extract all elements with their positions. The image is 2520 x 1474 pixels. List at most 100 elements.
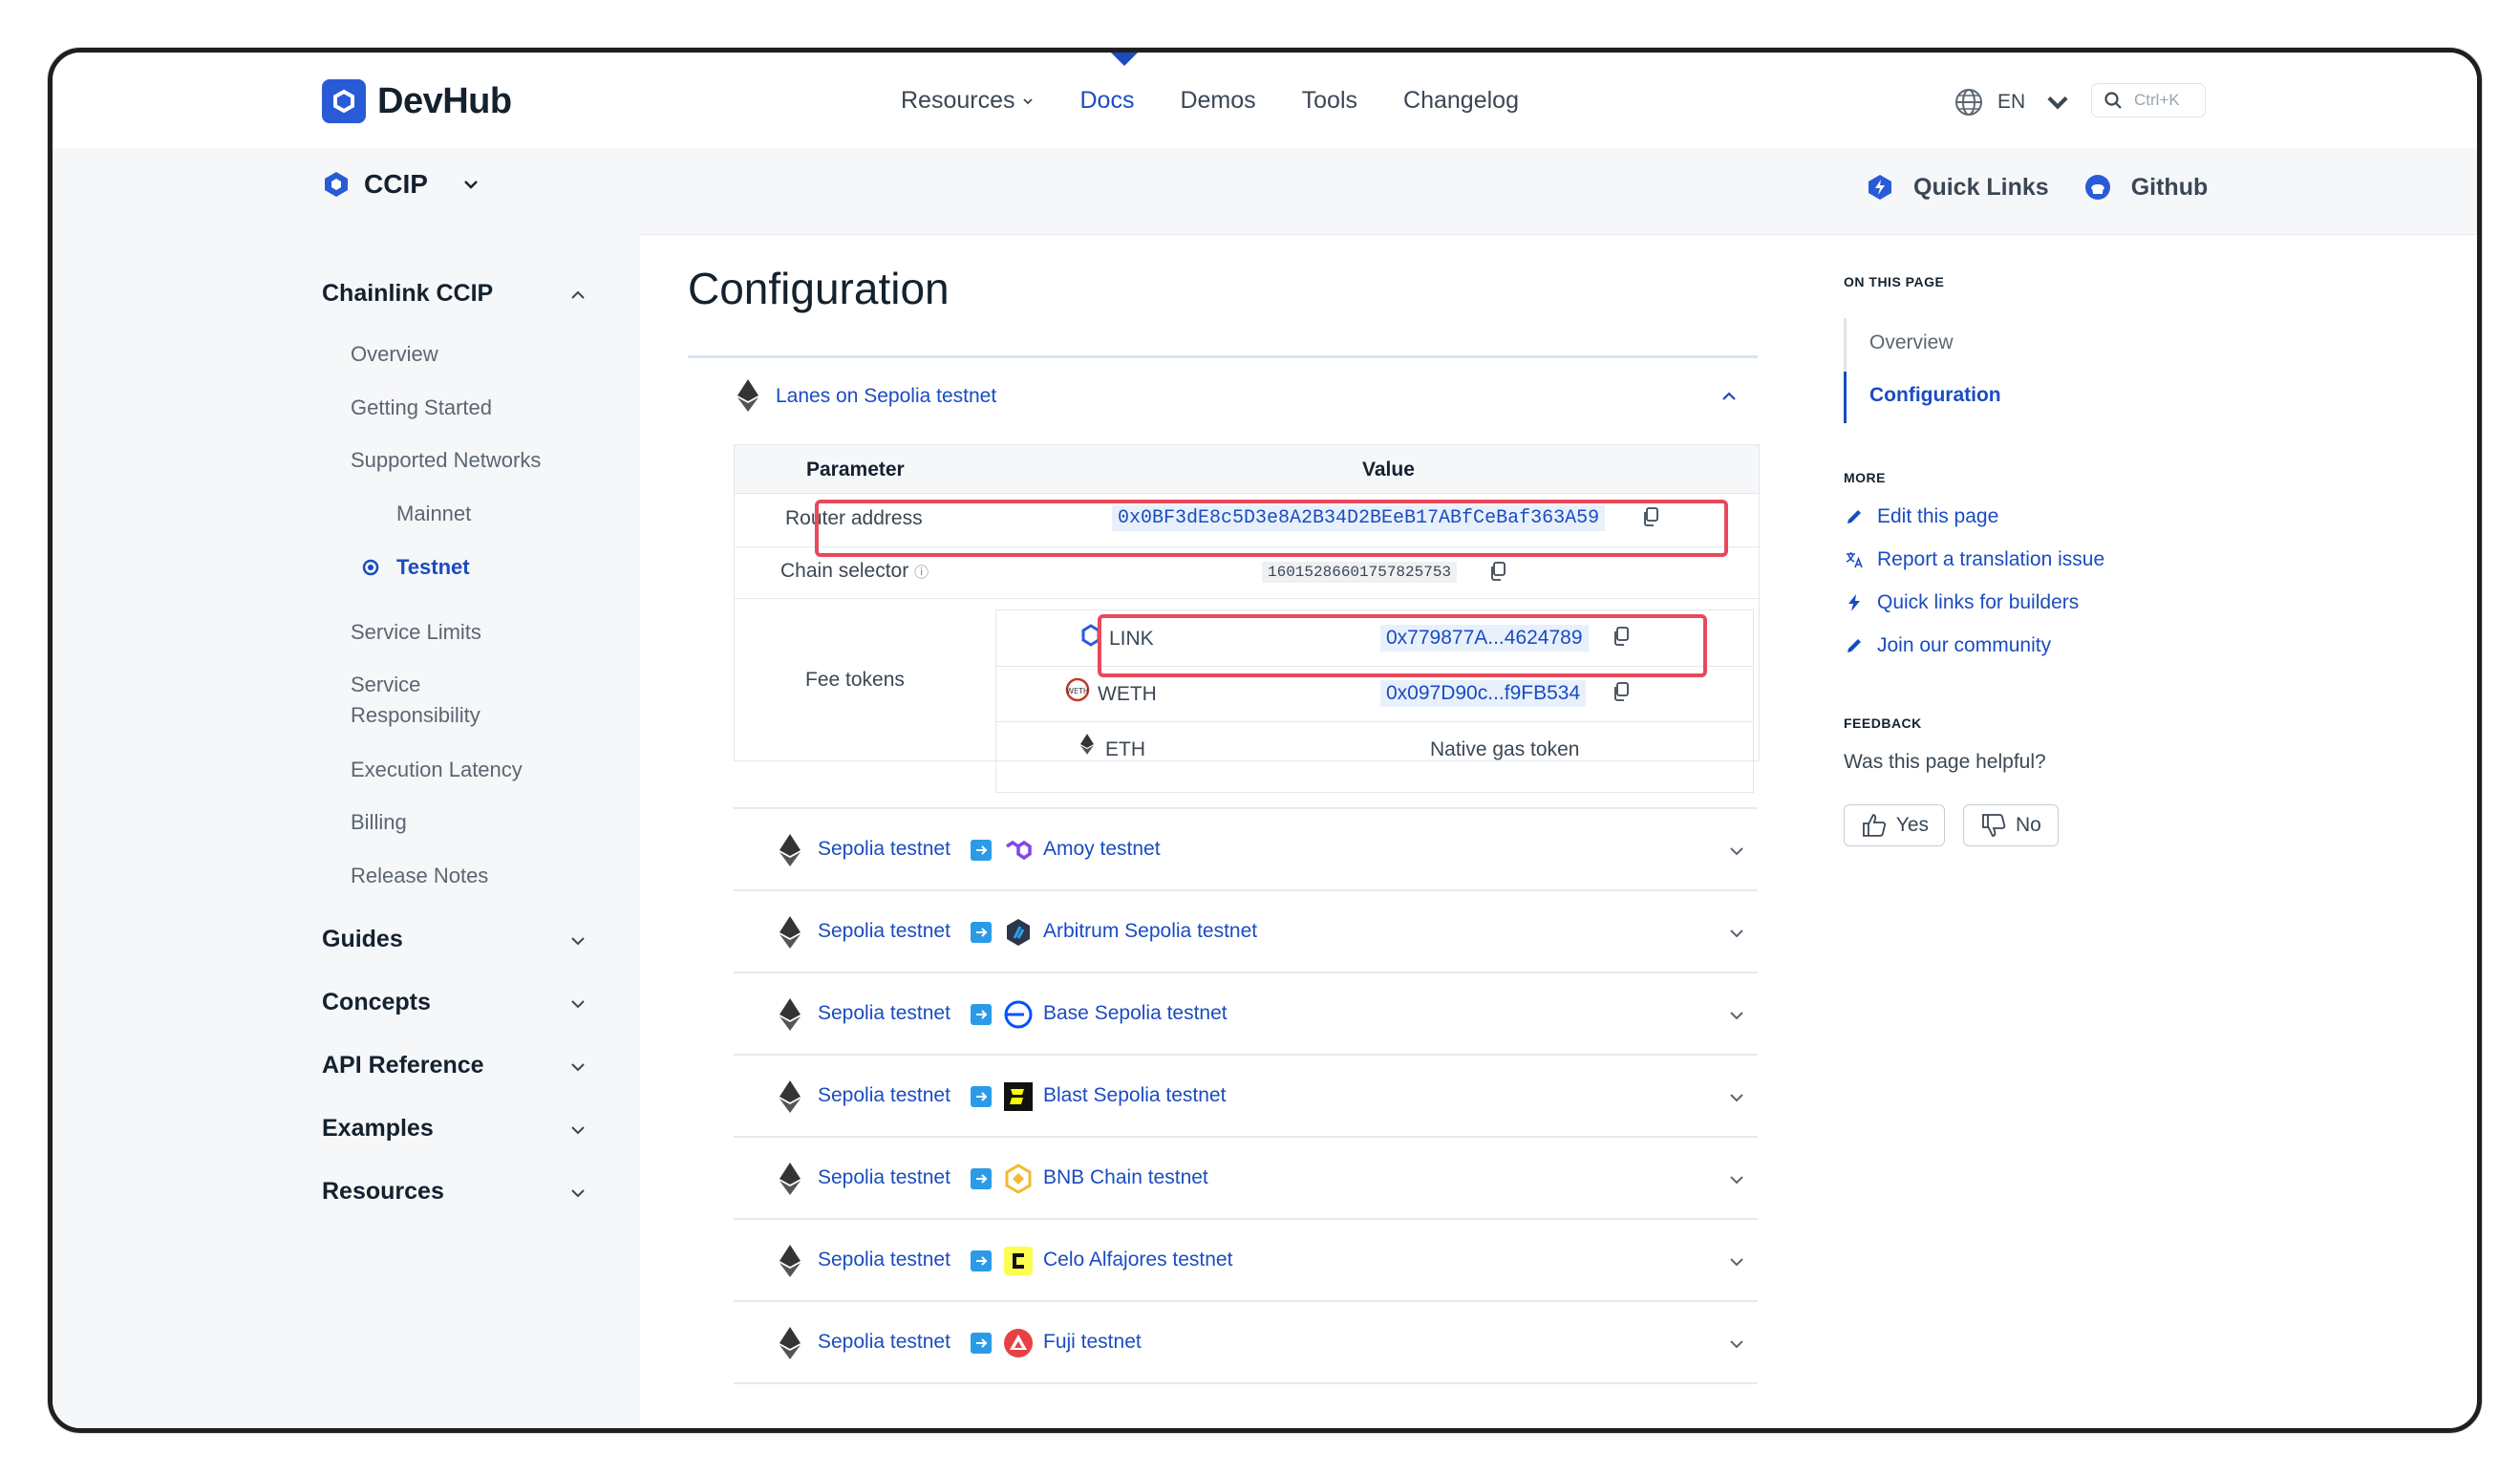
chevron-up-icon[interactable]	[1719, 387, 1739, 406]
ethereum-icon	[779, 998, 801, 1031]
quick-links-builders-link[interactable]: Quick links for builders	[1845, 591, 2079, 614]
report-translation-label: Report a translation issue	[1877, 548, 2105, 570]
chevron-down-icon[interactable]	[568, 994, 587, 1014]
sidebar-item-billing[interactable]: Billing	[351, 807, 407, 838]
more-label: MORE	[1844, 470, 1886, 485]
sidebar-group-guides[interactable]: Guides	[322, 926, 403, 953]
lane-source: Sepolia testnet	[818, 1002, 950, 1024]
edit-page-label: Edit this page	[1877, 505, 1999, 527]
main-nav: Resources Docs Demos Tools Changelog	[901, 87, 1565, 115]
chevron-down-icon[interactable]	[568, 1121, 587, 1140]
feedback-label: FEEDBACK	[1844, 716, 1922, 731]
sidebar-item-release-notes[interactable]: Release Notes	[351, 861, 488, 891]
arrow-right-icon	[971, 1333, 992, 1354]
toc-item-overview[interactable]: Overview	[1869, 331, 1954, 354]
chevron-down-icon[interactable]	[568, 1057, 587, 1077]
active-nav-marker	[1111, 53, 1138, 66]
chevron-down-icon	[1730, 929, 1743, 938]
lane-source: Sepolia testnet	[818, 1331, 950, 1353]
edit-page-link[interactable]: Edit this page	[1845, 505, 1998, 528]
yes-button[interactable]: Yes	[1844, 804, 1945, 846]
lane-row[interactable]: Sepolia testnet Base Sepolia testnet	[734, 973, 1758, 1056]
sidebar-group-concepts[interactable]: Concepts	[322, 989, 431, 1016]
lane-destination: Base Sepolia testnet	[1043, 1002, 1228, 1024]
ethereum-icon	[737, 379, 758, 412]
sidebar-group-resources[interactable]: Resources	[322, 1178, 444, 1206]
chevron-down-icon	[1730, 1012, 1743, 1020]
polygon-icon	[1006, 840, 1032, 861]
fee-token-symbol: ETH	[1105, 738, 1145, 760]
lane-destination: Amoy testnet	[1043, 838, 1161, 860]
copy-icon[interactable]	[1612, 682, 1630, 701]
arrow-right-icon	[971, 922, 992, 943]
sidebar-group-api-reference[interactable]: API Reference	[322, 1052, 484, 1079]
lane-row[interactable]: Sepolia testnet Fuji testnet	[734, 1302, 1758, 1384]
quick-links-link[interactable]: Quick Links	[1866, 173, 2049, 202]
row-divider	[735, 598, 1759, 599]
celo-icon	[1004, 1247, 1033, 1275]
sidebar-item-overview[interactable]: Overview	[351, 339, 438, 370]
sidebar-section-chainlink-ccip[interactable]: Chainlink CCIP	[322, 280, 493, 308]
chevron-down-icon	[1022, 97, 1033, 104]
lane-group-header[interactable]: Lanes on Sepolia testnet	[688, 358, 1758, 435]
translate-icon	[1846, 552, 1863, 568]
search-shortcut: Ctrl+K	[2134, 91, 2180, 109]
github-link[interactable]: Github	[2083, 173, 2208, 202]
col-parameter: Parameter	[806, 459, 905, 481]
nav-tools[interactable]: Tools	[1302, 87, 1357, 115]
copy-icon[interactable]	[1489, 562, 1506, 581]
blast-icon	[1004, 1082, 1033, 1111]
sidebar-item-responsibility[interactable]: Responsibility	[351, 700, 481, 731]
chevron-down-icon[interactable]	[568, 931, 587, 951]
nav-demos[interactable]: Demos	[1180, 87, 1255, 115]
language-selector[interactable]: EN	[1954, 87, 2086, 117]
sidebar-item-mainnet[interactable]: Mainnet	[396, 499, 471, 529]
sidebar-item-supported-networks[interactable]: Supported Networks	[351, 445, 541, 476]
nav-resources[interactable]: Resources	[901, 87, 1035, 115]
thumbs-up-icon	[1863, 814, 1887, 837]
on-this-page-label: ON THIS PAGE	[1844, 274, 1945, 289]
info-icon[interactable]: ⓘ	[914, 565, 929, 581]
lane-row[interactable]: Sepolia testnet Amoy testnet	[734, 809, 1758, 891]
lane-row[interactable]: Sepolia testnet BNB Chain testnet	[734, 1138, 1758, 1220]
toc-item-configuration[interactable]: Configuration	[1869, 384, 2001, 407]
config-table: Parameter Value Router address 0x0BF3dE8…	[734, 444, 1760, 793]
fee-token-symbol: WETH	[1098, 683, 1157, 705]
toc-rail	[1844, 318, 1847, 423]
product-selector[interactable]: CCIP	[322, 169, 495, 200]
avalanche-icon	[1004, 1329, 1033, 1357]
language-label: EN	[1997, 91, 2026, 113]
yes-label: Yes	[1895, 814, 1929, 836]
weth-token-icon: WETH	[1065, 677, 1090, 702]
sidebar-item-testnet-label: Testnet	[396, 555, 470, 579]
chevron-up-icon[interactable]	[568, 286, 587, 305]
devhub-logo[interactable]: DevHub	[322, 79, 512, 123]
sidebar-item-service[interactable]: Service	[351, 670, 420, 700]
table-header: Parameter Value	[735, 445, 1759, 494]
fee-token-address[interactable]: 0x097D90c...f9FB534	[1380, 680, 1587, 707]
join-community-link[interactable]: Join our community	[1845, 634, 2051, 657]
ethereum-icon	[779, 1245, 801, 1277]
chain-selector-value[interactable]: 16015286601757825753	[1262, 562, 1458, 583]
ccip-dot-icon	[362, 559, 379, 576]
search-input[interactable]: Ctrl+K	[2091, 83, 2206, 117]
arrow-right-icon	[971, 1004, 992, 1025]
sidebar-group-examples[interactable]: Examples	[322, 1115, 434, 1143]
lane-destination: Arbitrum Sepolia testnet	[1043, 920, 1258, 942]
lane-row[interactable]: Sepolia testnet Arbitrum Sepolia testnet	[734, 891, 1758, 973]
sidebar-item-testnet[interactable]: Testnet	[362, 552, 470, 583]
product-links: Quick Links Github	[1866, 173, 2242, 202]
nav-docs[interactable]: Docs	[1080, 87, 1135, 115]
sidebar-item-execution-latency[interactable]: Execution Latency	[351, 755, 523, 785]
browser-frame: DevHub Resources Docs Demos Tools Change…	[48, 48, 2482, 1433]
nav-changelog[interactable]: Changelog	[1403, 87, 1519, 115]
top-navbar: DevHub Resources Docs Demos Tools Change…	[53, 53, 2477, 148]
no-button[interactable]: No	[1963, 804, 2059, 846]
chevron-down-icon[interactable]	[568, 1184, 587, 1203]
sidebar-item-service-limits[interactable]: Service Limits	[351, 617, 481, 648]
lane-row[interactable]: Sepolia testnet Blast Sepolia testnet	[734, 1056, 1758, 1138]
sidebar-item-getting-started[interactable]: Getting Started	[351, 393, 492, 423]
lane-row[interactable]: Sepolia testnet Celo Alfajores testnet	[734, 1220, 1758, 1302]
report-translation-link[interactable]: Report a translation issue	[1845, 548, 2104, 571]
lane-destination: Fuji testnet	[1043, 1331, 1142, 1353]
